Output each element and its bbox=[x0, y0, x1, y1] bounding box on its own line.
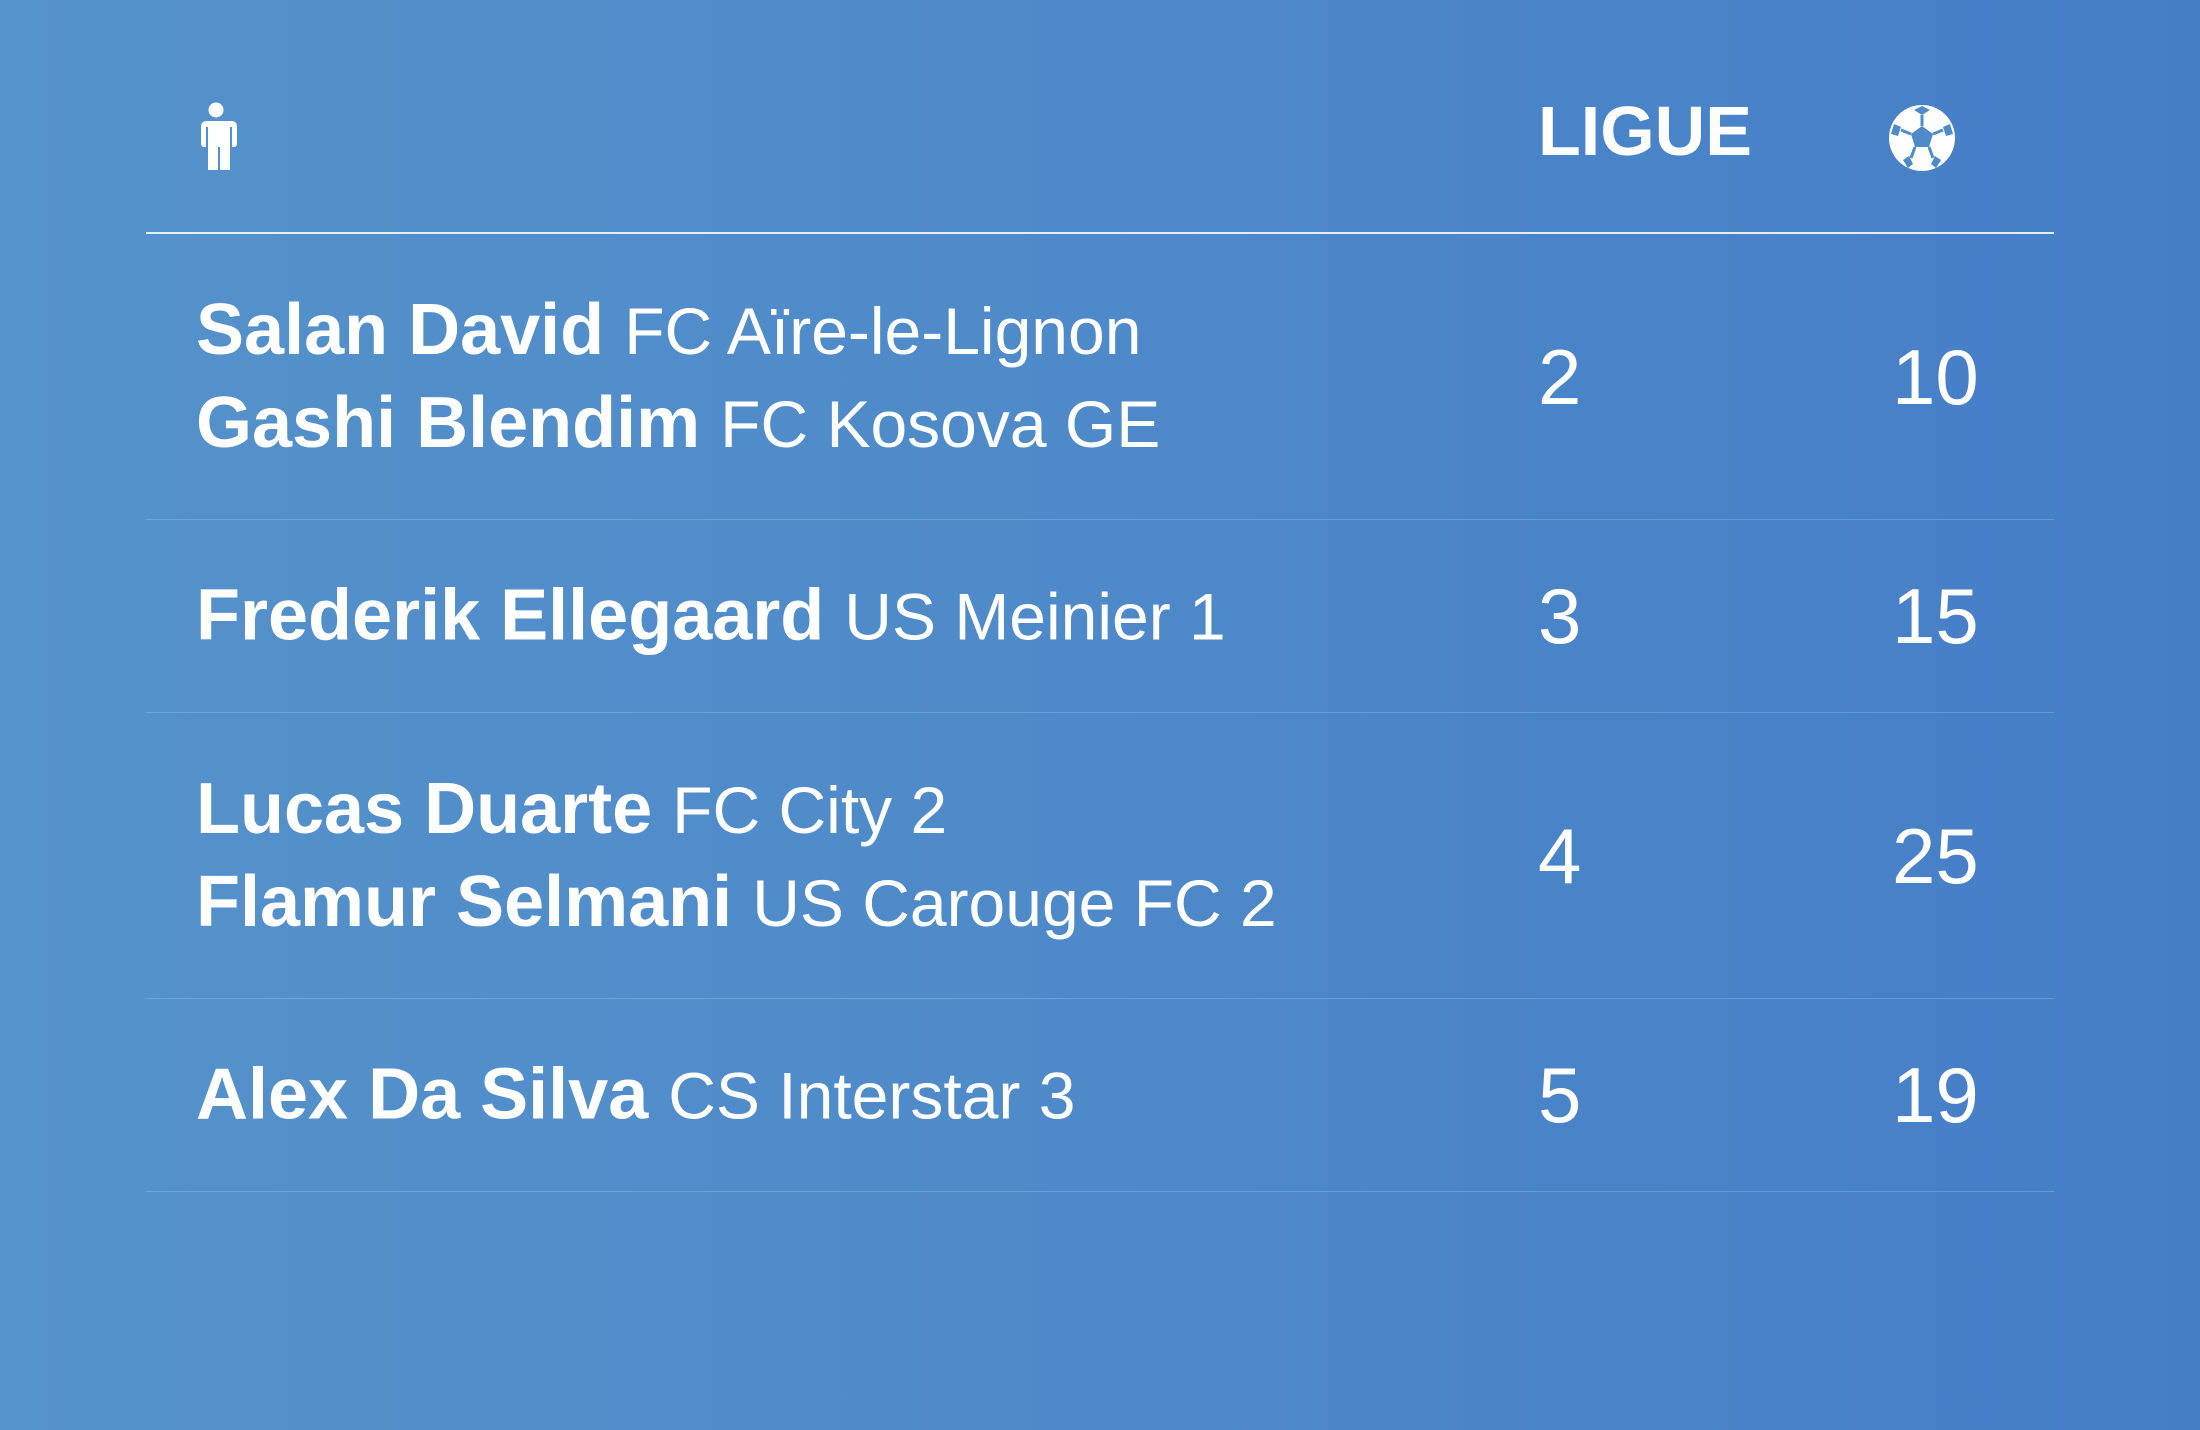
player-entry: Frederik Ellegaard US Meinier 1 bbox=[196, 570, 1226, 663]
goals-value: 15 bbox=[1892, 572, 1979, 660]
ligue-column-header: LIGUE bbox=[1538, 92, 1752, 170]
goals-value: 19 bbox=[1892, 1051, 1979, 1139]
player-name: Gashi Blendim bbox=[196, 382, 701, 463]
players-cell: Lucas Duarte FC City 2 Flamur Selmani US… bbox=[196, 763, 1277, 949]
player-entry: Flamur Selmani US Carouge FC 2 bbox=[196, 856, 1277, 949]
table-row: Alex Da Silva CS Interstar 3 5 19 bbox=[146, 999, 2054, 1192]
table-row: Salan David FC Aïre-le-Lignon Gashi Blen… bbox=[146, 234, 2054, 520]
player-name: Alex Da Silva bbox=[196, 1054, 649, 1135]
player-club: FC City 2 bbox=[672, 772, 948, 847]
player-club: FC Kosova GE bbox=[720, 386, 1161, 461]
scorers-table: LIGUE Salan David FC Aïre-le-Lignon Gash… bbox=[146, 60, 2054, 1192]
player-club: US Meinier 1 bbox=[844, 579, 1226, 654]
player-name: Salan David bbox=[196, 289, 605, 370]
player-entry: Alex Da Silva CS Interstar 3 bbox=[196, 1049, 1075, 1142]
player-name: Frederik Ellegaard bbox=[196, 575, 825, 656]
goals-value: 25 bbox=[1892, 811, 1979, 900]
ligue-value: 4 bbox=[1538, 811, 1582, 900]
player-entry: Lucas Duarte FC City 2 bbox=[196, 763, 1277, 856]
ligue-value: 2 bbox=[1538, 332, 1582, 421]
player-entry: Gashi Blendim FC Kosova GE bbox=[196, 377, 1160, 470]
players-cell: Alex Da Silva CS Interstar 3 bbox=[196, 1049, 1075, 1142]
goals-value: 10 bbox=[1892, 332, 1979, 421]
table-row: Frederik Ellegaard US Meinier 1 3 15 bbox=[146, 520, 2054, 713]
player-club: CS Interstar 3 bbox=[668, 1058, 1076, 1133]
table-header: LIGUE bbox=[146, 60, 2054, 234]
player-name: Lucas Duarte bbox=[196, 768, 653, 849]
ligue-value: 5 bbox=[1538, 1051, 1582, 1139]
person-icon bbox=[200, 102, 237, 170]
player-name: Flamur Selmani bbox=[196, 861, 733, 942]
player-club: FC Aïre-le-Lignon bbox=[624, 293, 1142, 368]
table-row: Lucas Duarte FC City 2 Flamur Selmani US… bbox=[146, 713, 2054, 999]
player-club: US Carouge FC 2 bbox=[752, 865, 1277, 940]
ligue-value: 3 bbox=[1538, 572, 1582, 660]
soccer-ball-icon bbox=[1889, 105, 1955, 171]
players-cell: Salan David FC Aïre-le-Lignon Gashi Blen… bbox=[196, 284, 1160, 470]
players-cell: Frederik Ellegaard US Meinier 1 bbox=[196, 570, 1226, 663]
player-entry: Salan David FC Aïre-le-Lignon bbox=[196, 284, 1160, 377]
